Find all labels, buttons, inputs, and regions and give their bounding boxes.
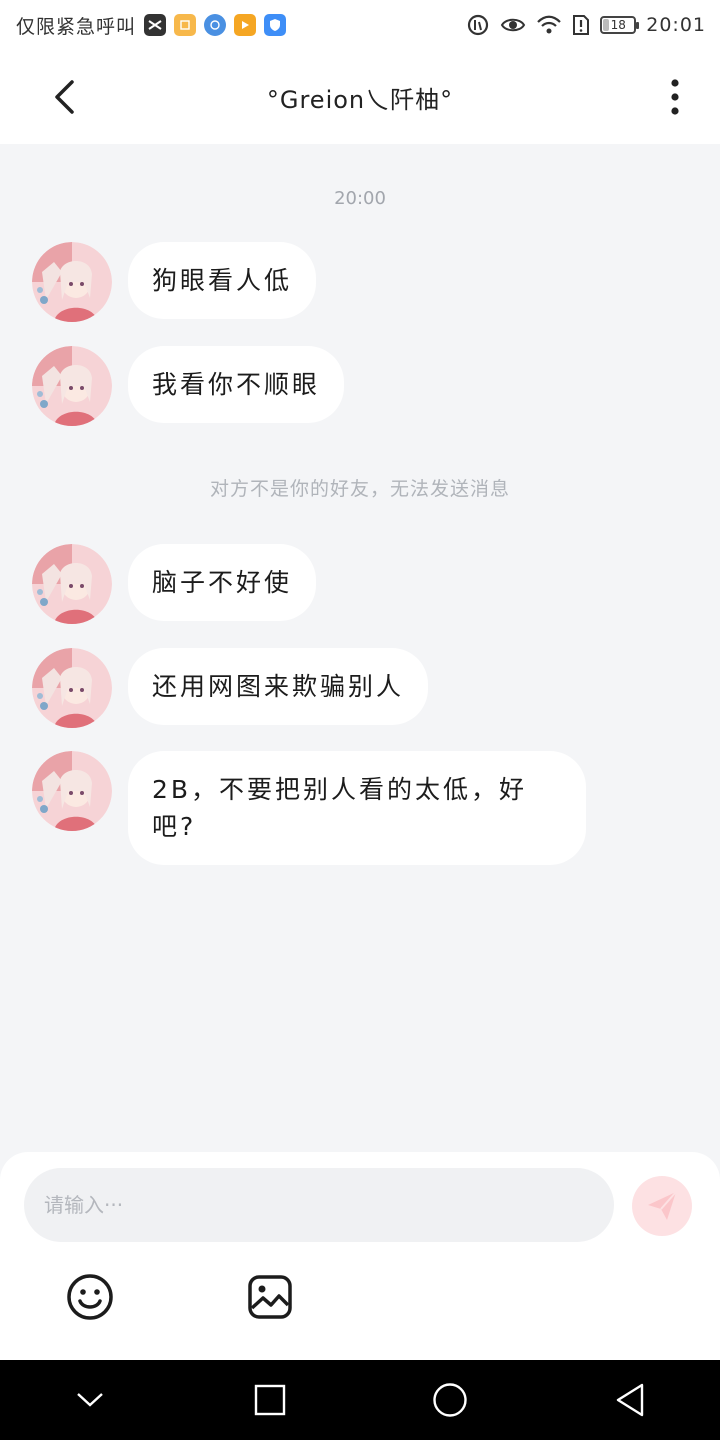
battery-icon: 18 (600, 16, 640, 34)
data-saver-icon (466, 13, 490, 37)
more-vertical-icon (671, 79, 679, 115)
chevron-left-icon (55, 80, 74, 114)
avatar[interactable] (32, 346, 112, 426)
square-icon (254, 1384, 286, 1416)
wifi-icon (536, 15, 562, 35)
message-bubble[interactable]: 脑子不好使 (128, 544, 317, 621)
video-app-icon (234, 14, 257, 36)
message-bubble[interactable]: 2B，不要把别人看的太低，好吧? (128, 751, 586, 865)
input-panel (0, 1152, 720, 1360)
note-app-icon (174, 14, 197, 36)
message-bubble[interactable]: 我看你不顺眼 (128, 346, 345, 423)
nav-home-button[interactable] (420, 1370, 480, 1430)
image-button[interactable] (245, 1272, 295, 1322)
browser-app-icon (204, 14, 227, 36)
back-button[interactable] (44, 74, 84, 120)
emoji-button[interactable] (65, 1272, 115, 1322)
clock: 20:01 (646, 14, 706, 36)
image-icon (248, 1275, 292, 1319)
message-row: 2B，不要把别人看的太低，好吧? (32, 751, 586, 865)
message-row: 我看你不顺眼 (32, 346, 345, 426)
shield-app-icon (264, 14, 287, 36)
eye-comfort-icon (500, 15, 526, 35)
send-button[interactable] (632, 1176, 692, 1236)
message-row: 狗眼看人低 (32, 242, 317, 322)
system-notice: 对方不是你的好友，无法发送消息 (209, 478, 510, 500)
more-options-button[interactable] (660, 76, 690, 118)
capcut-icon (144, 14, 167, 36)
send-icon (648, 1191, 677, 1220)
chat-area[interactable]: 20:00 狗眼看人低 我看你不顺眼 对方不是你的好友，无法发送消息 脑子不好使… (0, 144, 720, 1152)
status-left: 仅限紧急呼叫 (16, 12, 287, 39)
message-row: 还用网图来欺骗别人 (32, 648, 429, 728)
avatar[interactable] (32, 751, 112, 831)
nav-back-button[interactable] (600, 1370, 660, 1430)
nav-collapse-button[interactable] (60, 1370, 120, 1430)
circle-icon (433, 1383, 467, 1417)
message-row: 脑子不好使 (32, 544, 317, 624)
smiley-icon (67, 1274, 113, 1320)
avatar[interactable] (32, 242, 112, 322)
chat-header: °Greion乀阡柚° (0, 50, 720, 144)
status-right: 18 20:01 (466, 13, 706, 37)
triangle-back-icon (616, 1383, 644, 1417)
battery-level: 18 (610, 18, 626, 32)
status-bar: 仅限紧急呼叫 18 20:01 (0, 0, 720, 50)
message-bubble[interactable]: 还用网图来欺骗别人 (128, 648, 429, 725)
sim-alert-icon (572, 14, 590, 36)
chat-title: °Greion乀阡柚° (266, 85, 454, 114)
nav-recents-button[interactable] (240, 1370, 300, 1430)
avatar[interactable] (32, 648, 112, 728)
message-input-box[interactable] (24, 1168, 614, 1242)
message-bubble[interactable]: 狗眼看人低 (128, 242, 317, 319)
chevron-down-icon (77, 1393, 103, 1407)
message-input[interactable] (44, 1193, 614, 1217)
carrier-text: 仅限紧急呼叫 (16, 15, 137, 38)
avatar[interactable] (32, 544, 112, 624)
message-timestamp: 20:00 (334, 188, 386, 209)
system-nav-bar (0, 1360, 720, 1440)
